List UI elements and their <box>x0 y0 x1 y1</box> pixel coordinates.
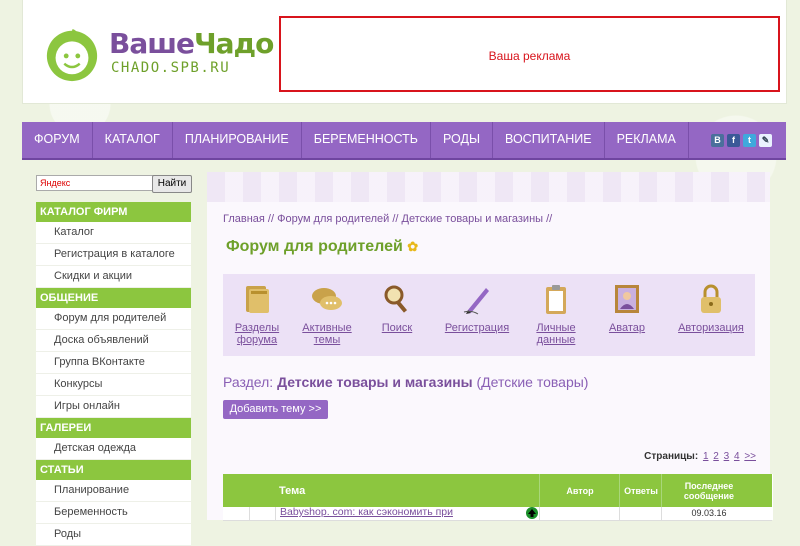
nav-item-upbringing[interactable]: ВОСПИТАНИЕ <box>493 122 605 158</box>
clipboard-icon <box>546 285 566 314</box>
column-header-topic: Тема <box>279 484 306 497</box>
sidebar-item-planning[interactable]: Планирование <box>36 480 191 502</box>
toolbar-search[interactable]: Поиск <box>377 282 417 334</box>
pages-label: Страницы: <box>644 451 699 462</box>
sidebar-item-games[interactable]: Игры онлайн <box>36 396 191 418</box>
nav-item-pregnancy[interactable]: БЕРЕМЕННОСТЬ <box>302 122 431 158</box>
sidebar: Яндекс Найти КАТАЛОГ ФИРМ Каталог Регист… <box>36 172 192 546</box>
facebook-icon[interactable]: f <box>727 134 740 147</box>
social-links: В f t ✎ <box>711 134 772 147</box>
page-link-next[interactable]: >> <box>744 451 756 462</box>
toolbar-forum-sections[interactable]: Разделы форума <box>231 282 283 346</box>
nav-item-planning[interactable]: ПЛАНИРОВАНИЕ <box>173 122 302 158</box>
breadcrumb[interactable]: Главная // Форум для родителей // Детски… <box>223 213 552 225</box>
sidebar-menu: КАТАЛОГ ФИРМ Каталог Регистрация в катал… <box>36 202 191 546</box>
page-link-4[interactable]: 4 <box>734 451 740 462</box>
topics-table: Тема Автор Ответы Последнее сообщение Ba… <box>223 474 773 521</box>
sidebar-item-discounts[interactable]: Скидки и акции <box>36 266 191 288</box>
page-link-2[interactable]: 2 <box>713 451 719 462</box>
nav-item-advertising[interactable]: РЕКЛАМА <box>605 122 689 158</box>
site-logo[interactable]: ВашеЧадо CHADO.SPB.RU <box>43 25 274 85</box>
column-header-author: Автор <box>539 474 620 507</box>
menu-section-galleries: ГАЛЕРЕИ <box>36 418 191 438</box>
toolbar-authorization[interactable]: Авторизация <box>675 282 747 334</box>
pagination: Страницы: 1 2 3 4 >> <box>644 451 756 462</box>
table-row[interactable]: Babyshop. com: как сэкономить при 09.03.… <box>223 506 772 521</box>
row-status-cell <box>249 507 276 520</box>
ad-banner[interactable]: Ваша реклама <box>279 16 780 92</box>
sidebar-item-vk-group[interactable]: Группа ВКонтакте <box>36 352 191 374</box>
toolbar-registration[interactable]: Регистрация <box>441 282 513 334</box>
sidebar-item-forum[interactable]: Форум для родителей <box>36 308 191 330</box>
row-last-message-cell: 09.03.16 <box>661 507 756 520</box>
chat-bubbles-icon <box>312 288 342 310</box>
column-header-replies: Ответы <box>619 474 662 507</box>
toolbar-avatar[interactable]: Аватар <box>605 282 649 334</box>
table-header: Тема Автор Ответы Последнее сообщение <box>223 474 772 507</box>
sidebar-item-catalog-registration[interactable]: Регистрация в каталоге <box>36 244 191 266</box>
section-heading: Раздел: Детские товары и магазины (Детск… <box>223 374 589 390</box>
nav-item-birth[interactable]: РОДЫ <box>431 122 494 158</box>
search-form: Яндекс Найти <box>36 175 192 193</box>
nav-item-forum[interactable]: ФОРУМ <box>22 122 93 158</box>
arrow-up-icon <box>526 507 538 519</box>
column-header-last-message: Последнее сообщение <box>661 474 756 507</box>
livejournal-icon[interactable]: ✎ <box>759 134 772 147</box>
search-input[interactable]: Яндекс <box>36 175 154 191</box>
toolbar-personal-data[interactable]: Личные данные <box>531 282 581 346</box>
menu-section-communication: ОБЩЕНИЕ <box>36 288 191 308</box>
ad-text: Ваша реклама <box>488 49 571 63</box>
sidebar-item-catalog[interactable]: Каталог <box>36 222 191 244</box>
sidebar-item-birth[interactable]: Роды <box>36 524 191 546</box>
sidebar-item-board[interactable]: Доска объявлений <box>36 330 191 352</box>
sidebar-item-pregnancy[interactable]: Беременность <box>36 502 191 524</box>
books-icon <box>246 286 269 313</box>
search-icon <box>384 285 408 313</box>
logo-subtitle: CHADO.SPB.RU <box>111 60 231 76</box>
search-button[interactable]: Найти <box>152 175 192 193</box>
page-link-3[interactable]: 3 <box>724 451 730 462</box>
decorative-pattern <box>207 172 770 202</box>
add-topic-button[interactable]: Добавить тему >> <box>223 400 328 419</box>
menu-section-catalog: КАТАЛОГ ФИРМ <box>36 202 191 222</box>
lock-icon <box>701 284 721 313</box>
twitter-icon[interactable]: t <box>743 134 756 147</box>
main-content: Главная // Форум для родителей // Детски… <box>207 172 773 521</box>
sidebar-item-contests[interactable]: Конкурсы <box>36 374 191 396</box>
flower-icon: ✿ <box>407 239 419 254</box>
page-title: Форум для родителей ✿ <box>226 238 419 255</box>
forum-toolbar: Разделы форума Активные темы Поиск Регис… <box>223 274 755 356</box>
row-topic-cell: Babyshop. com: как сэкономить при <box>275 506 540 520</box>
logo-title: ВашеЧадо <box>109 27 274 60</box>
pen-icon <box>463 288 489 315</box>
page-link-1[interactable]: 1 <box>703 451 709 462</box>
baby-face-icon <box>46 28 98 82</box>
main-nav: ФОРУМ КАТАЛОГ ПЛАНИРОВАНИЕ БЕРЕМЕННОСТЬ … <box>22 122 786 160</box>
row-author-cell <box>539 507 620 520</box>
nav-item-catalog[interactable]: КАТАЛОГ <box>93 122 173 158</box>
row-replies-cell <box>619 507 662 520</box>
portrait-icon <box>615 285 639 313</box>
topic-link[interactable]: Babyshop. com: как сэкономить при <box>280 506 453 518</box>
vk-icon[interactable]: В <box>711 134 724 147</box>
toolbar-active-topics[interactable]: Активные темы <box>299 282 355 346</box>
menu-section-articles: СТАТЬИ <box>36 460 191 480</box>
sidebar-item-kids-clothes[interactable]: Детская одежда <box>36 438 191 460</box>
